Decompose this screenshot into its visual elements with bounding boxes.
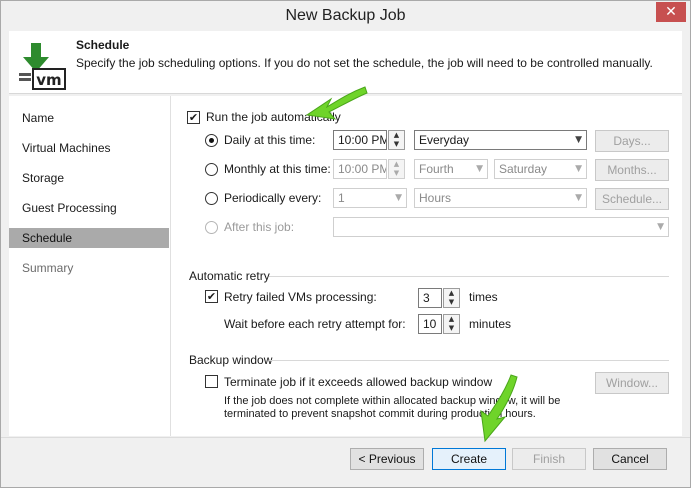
- chevron-down-icon: ▼: [575, 164, 582, 174]
- finish-button[interactable]: Finish: [512, 448, 586, 470]
- checkmark-icon: ✔: [188, 111, 199, 124]
- vm-download-icon: vm: [17, 39, 69, 91]
- create-button[interactable]: Create: [432, 448, 506, 470]
- wizard-footer: < Previous Create Finish Cancel: [1, 437, 690, 487]
- after-job-radio[interactable]: [205, 221, 218, 234]
- sidebar-item-storage[interactable]: Storage: [9, 168, 169, 188]
- window-button[interactable]: Window...: [595, 372, 669, 394]
- close-button[interactable]: ✕: [656, 2, 686, 22]
- sidebar-item-guest-processing[interactable]: Guest Processing: [9, 198, 169, 218]
- chevron-down-icon: ▼: [575, 135, 582, 145]
- after-job-select[interactable]: ▼: [333, 217, 669, 237]
- monthly-time-input[interactable]: 10:00 PM: [333, 159, 387, 179]
- wait-unit-label: minutes: [469, 317, 512, 331]
- svg-text:vm: vm: [36, 71, 61, 89]
- periodic-value-select[interactable]: 1 ▼: [333, 188, 407, 208]
- terminate-job-label: Terminate job if it exceeds allowed back…: [224, 375, 493, 389]
- section-divider: [269, 276, 669, 277]
- backup-window-note-line1: If the job does not complete within allo…: [224, 395, 561, 407]
- chevron-down-icon: ▼: [476, 164, 483, 174]
- terminate-job-checkbox[interactable]: [205, 375, 218, 388]
- periodically-radio[interactable]: [205, 192, 218, 205]
- spin-up-icon: ▲: [448, 315, 455, 323]
- checkmark-icon: ✔: [206, 290, 217, 303]
- daily-time-input[interactable]: 10:00 PM: [333, 130, 387, 150]
- cancel-button[interactable]: Cancel: [593, 448, 667, 470]
- periodic-unit-select[interactable]: Hours ▼: [414, 188, 587, 208]
- spin-down-icon: ▼: [393, 169, 400, 177]
- after-job-label: After this job:: [224, 220, 295, 234]
- monthly-label: Monthly at this time:: [224, 162, 331, 176]
- sidebar-item-name[interactable]: Name: [9, 108, 169, 128]
- retry-failed-checkbox[interactable]: ✔: [205, 290, 218, 303]
- daily-recurrence-select[interactable]: Everyday ▼: [414, 130, 587, 150]
- wait-minutes-input[interactable]: 10: [418, 314, 442, 334]
- window-title: New Backup Job: [285, 7, 406, 24]
- spin-up-icon: ▲: [393, 160, 400, 168]
- chevron-down-icon: ▼: [575, 193, 582, 203]
- spin-down-icon: ▼: [448, 324, 455, 332]
- chevron-down-icon: ▼: [657, 222, 664, 232]
- monthly-day-select[interactable]: Saturday ▼: [494, 159, 587, 179]
- wait-minutes-spinner[interactable]: ▲ ▼: [443, 314, 460, 334]
- page-title: Schedule: [76, 38, 130, 52]
- wait-label: Wait before each retry attempt for:: [224, 317, 406, 331]
- run-automatically-checkbox[interactable]: ✔: [187, 111, 200, 124]
- retry-count-input[interactable]: 3: [418, 288, 442, 308]
- new-backup-job-window: New Backup Job ✕ vm Schedule Specify the…: [0, 0, 691, 488]
- daily-radio[interactable]: [205, 134, 218, 147]
- run-automatically-label: Run the job automatically: [206, 110, 341, 124]
- schedule-panel: ✔ Run the job automatically Daily at thi…: [171, 96, 682, 436]
- automatic-retry-heading: Automatic retry: [189, 269, 270, 283]
- page-description: Specify the job scheduling options. If y…: [76, 56, 653, 70]
- retry-unit-label: times: [469, 290, 498, 304]
- periodically-label: Periodically every:: [224, 191, 322, 205]
- backup-window-note-line2: terminated to prevent snapshot commit du…: [224, 408, 536, 420]
- spin-down-icon: ▼: [448, 298, 455, 306]
- months-button[interactable]: Months...: [595, 159, 669, 181]
- section-divider: [269, 360, 669, 361]
- backup-window-heading: Backup window: [189, 353, 273, 367]
- days-button[interactable]: Days...: [595, 130, 669, 152]
- wizard-steps-sidebar: Name Virtual Machines Storage Guest Proc…: [9, 96, 171, 436]
- chevron-down-icon: ▼: [395, 193, 402, 203]
- spin-up-icon: ▲: [448, 289, 455, 297]
- previous-button[interactable]: < Previous: [350, 448, 424, 470]
- sidebar-item-summary[interactable]: Summary: [9, 258, 169, 278]
- title-bar: New Backup Job: [1, 1, 690, 31]
- spin-up-icon: ▲: [393, 131, 400, 139]
- schedule-button[interactable]: Schedule...: [595, 188, 669, 210]
- sidebar-item-schedule[interactable]: Schedule: [9, 228, 169, 248]
- daily-time-spinner[interactable]: ▲ ▼: [388, 130, 405, 150]
- wizard-header: vm Schedule Specify the job scheduling o…: [9, 31, 682, 94]
- daily-label: Daily at this time:: [224, 133, 316, 147]
- retry-failed-label: Retry failed VMs processing:: [224, 290, 377, 304]
- monthly-week-select[interactable]: Fourth ▼: [414, 159, 488, 179]
- monthly-time-spinner[interactable]: ▲ ▼: [388, 159, 405, 179]
- monthly-radio[interactable]: [205, 163, 218, 176]
- spin-down-icon: ▼: [393, 140, 400, 148]
- sidebar-item-virtual-machines[interactable]: Virtual Machines: [9, 138, 169, 158]
- close-icon: ✕: [665, 4, 677, 20]
- retry-count-spinner[interactable]: ▲ ▼: [443, 288, 460, 308]
